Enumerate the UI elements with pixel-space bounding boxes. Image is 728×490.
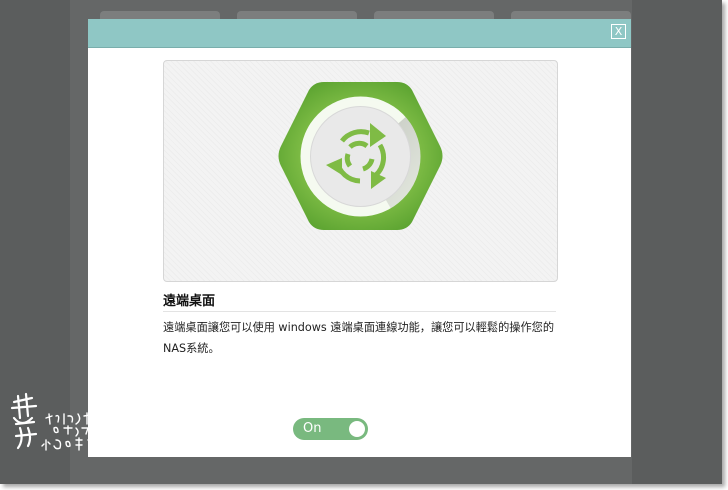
app-hero-banner (163, 60, 558, 282)
enable-toggle[interactable]: On (293, 418, 368, 440)
screenshot-frame: X 遠端桌面 遠端桌面讓您可以使用 windows 遠端桌面連線功能，讓您可以輕… (0, 0, 722, 484)
title-divider (163, 311, 556, 312)
remote-desktop-icon (278, 82, 443, 230)
app-description: 遠端桌面讓您可以使用 windows 遠端桌面連線功能，讓您可以輕鬆的操作您的N… (163, 321, 555, 355)
app-title: 遠端桌面 (163, 294, 216, 309)
close-button[interactable]: X (611, 24, 626, 39)
watermark-logo (10, 392, 113, 451)
toggle-knob (349, 421, 365, 437)
toggle-label: On (303, 421, 322, 436)
dialog-header: X (88, 19, 631, 48)
app-detail-dialog: X 遠端桌面 遠端桌面讓您可以使用 windows 遠端桌面連線功能，讓您可以輕… (88, 19, 631, 457)
